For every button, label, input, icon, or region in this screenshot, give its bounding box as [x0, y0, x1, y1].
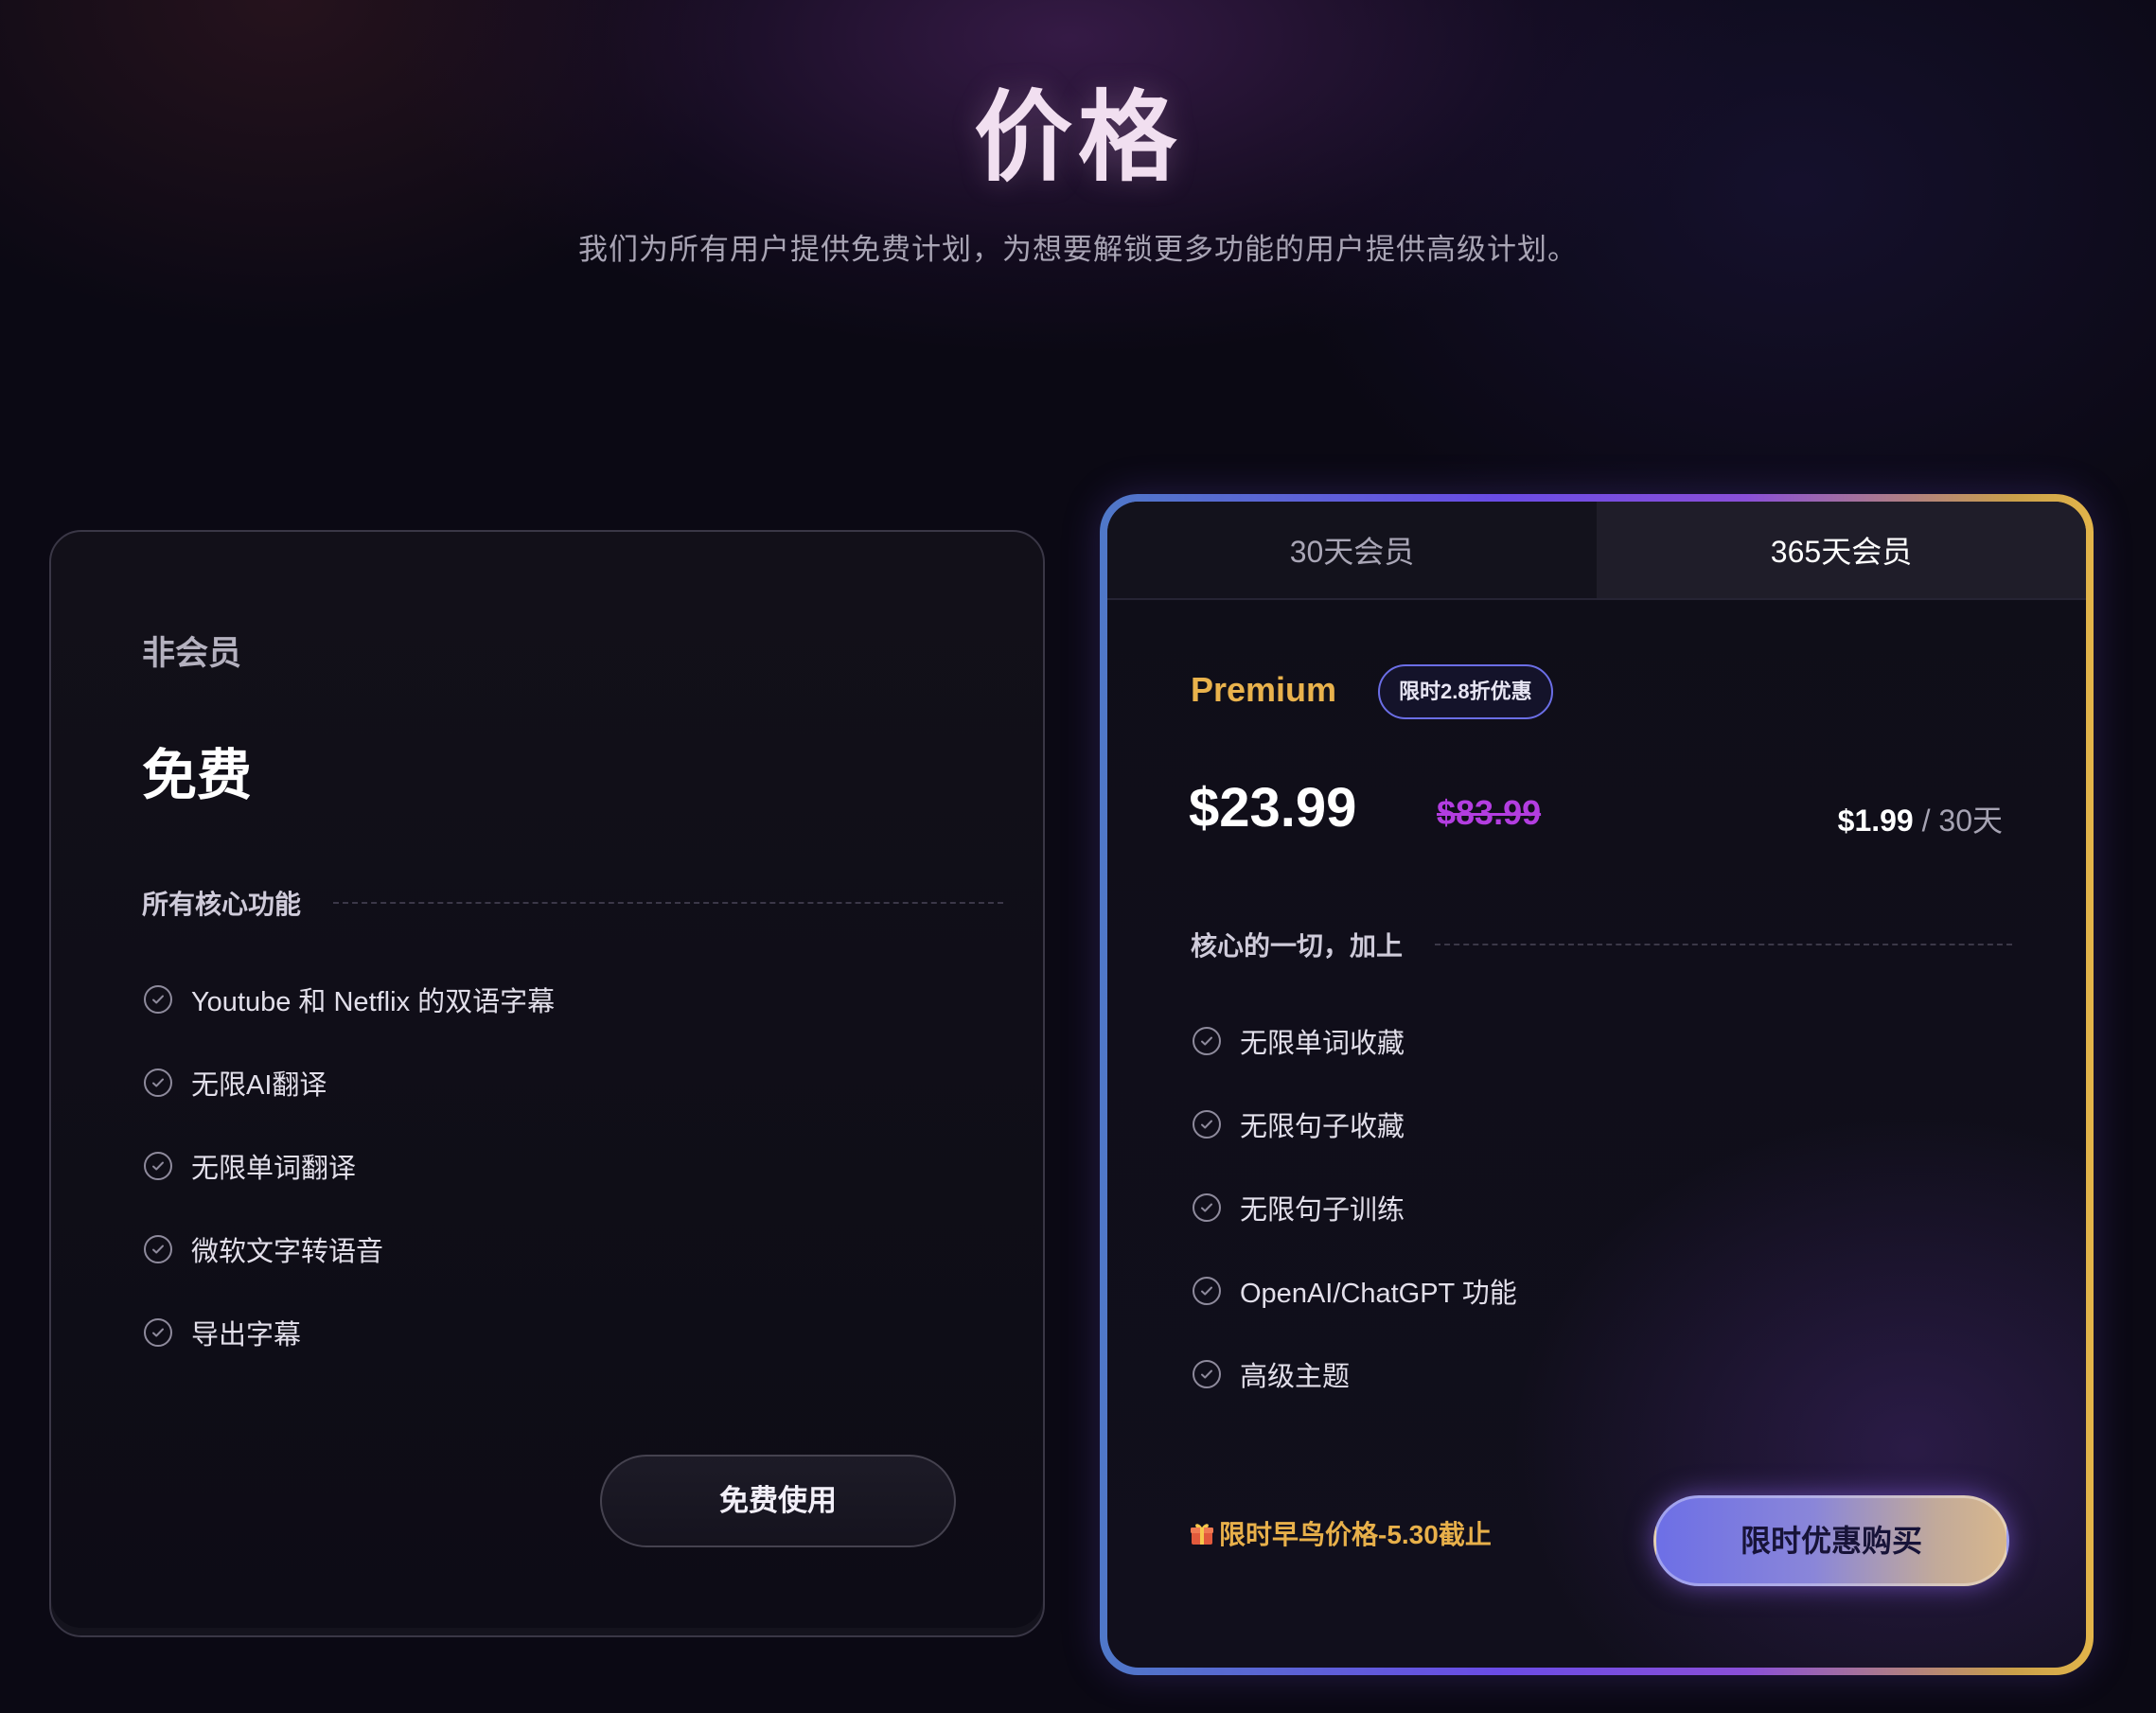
premium-feature-list: 无限单词收藏 无限句子收藏 无限句子训练 OpenAI/ChatGPT 功能 高…	[1193, 999, 1517, 1416]
feature-item: 高级主题	[1193, 1333, 1517, 1416]
feature-text: 微软文字转语音	[191, 1237, 384, 1267]
free-plan-price: 免费	[142, 745, 253, 806]
check-circle-icon	[144, 1235, 172, 1263]
free-use-button[interactable]: 免费使用	[600, 1455, 956, 1547]
feature-text: Youtube 和 Netflix 的双语字幕	[191, 987, 556, 1017]
check-circle-icon	[1193, 1360, 1221, 1388]
free-plan-card: 非会员 免费 所有核心功能 Youtube 和 Netflix 的双语字幕 无限…	[49, 530, 1045, 1637]
tab-365-day[interactable]: 365天会员	[1597, 502, 2086, 598]
check-circle-icon	[144, 985, 172, 1014]
plan-duration-tabs: 30天会员 365天会员	[1107, 502, 2086, 600]
feature-text: 无限单词收藏	[1240, 1029, 1405, 1059]
check-circle-icon	[144, 1318, 172, 1347]
premium-section-title: 核心的一切，加上	[1191, 931, 1404, 961]
feature-item: Youtube 和 Netflix 的双语字幕	[144, 958, 555, 1041]
check-circle-icon	[1193, 1110, 1221, 1139]
discount-badge: 限时2.8折优惠	[1378, 664, 1553, 719]
early-bird-notice: 限时早鸟价格-5.30截止	[1189, 1514, 1492, 1552]
pricing-page: 价格 我们为所有用户提供免费计划，为想要解锁更多功能的用户提供高级计划。 非会员…	[0, 0, 2156, 1713]
feature-text: 无限句子收藏	[1240, 1112, 1405, 1142]
original-price: $83.99	[1437, 793, 1542, 832]
feature-text: 无限AI翻译	[191, 1070, 327, 1101]
feature-text: OpenAI/ChatGPT 功能	[1240, 1279, 1517, 1309]
page-subtitle: 我们为所有用户提供免费计划，为想要解锁更多功能的用户提供高级计划。	[578, 233, 1578, 266]
section-divider	[1435, 944, 2012, 945]
feature-item: 无限单词翻译	[144, 1124, 555, 1208]
free-section-title: 所有核心功能	[142, 890, 302, 919]
page-title: 价格	[973, 83, 1182, 193]
section-divider	[333, 902, 1003, 904]
premium-section-header: 核心的一切，加上	[1191, 926, 2012, 963]
free-feature-list: Youtube 和 Netflix 的双语字幕 无限AI翻译 无限单词翻译 微软…	[144, 958, 555, 1374]
per-period-price: $1.99 / 30天	[1838, 797, 2003, 840]
feature-text: 导出字幕	[191, 1320, 302, 1351]
buy-now-button[interactable]: 限时优惠购买	[1653, 1495, 2009, 1586]
per-period-unit: / 30天	[1913, 804, 2003, 838]
per-period-amount: $1.99	[1837, 804, 1914, 838]
feature-text: 高级主题	[1240, 1362, 1351, 1392]
gift-icon	[1191, 1524, 1213, 1545]
feature-text: 无限单词翻译	[191, 1154, 357, 1184]
free-section-header: 所有核心功能	[142, 884, 1003, 922]
check-circle-icon	[1193, 1277, 1221, 1305]
free-plan-label: 非会员	[142, 635, 242, 672]
feature-item: 微软文字转语音	[144, 1208, 555, 1291]
premium-price: $23.99	[1189, 777, 1357, 839]
premium-card-body: 30天会员 365天会员 Premium 限时2.8折优惠 $23.99 $83…	[1107, 502, 2086, 1668]
tab-30-day[interactable]: 30天会员	[1107, 502, 1597, 598]
check-circle-icon	[1193, 1027, 1221, 1055]
feature-text: 无限句子训练	[1240, 1195, 1405, 1226]
early-bird-text: 限时早鸟价格-5.30截止	[1219, 1520, 1492, 1549]
feature-item: 无限句子训练	[1193, 1166, 1517, 1249]
check-circle-icon	[144, 1152, 172, 1180]
feature-item: OpenAI/ChatGPT 功能	[1193, 1249, 1517, 1333]
premium-plan-name: Premium	[1191, 670, 1337, 709]
premium-plan-card: 30天会员 365天会员 Premium 限时2.8折优惠 $23.99 $83…	[1100, 494, 2094, 1675]
feature-item: 无限句子收藏	[1193, 1083, 1517, 1166]
feature-item: 无限AI翻译	[144, 1041, 555, 1124]
check-circle-icon	[144, 1068, 172, 1097]
check-circle-icon	[1193, 1193, 1221, 1222]
feature-item: 导出字幕	[144, 1291, 555, 1374]
feature-item: 无限单词收藏	[1193, 999, 1517, 1083]
